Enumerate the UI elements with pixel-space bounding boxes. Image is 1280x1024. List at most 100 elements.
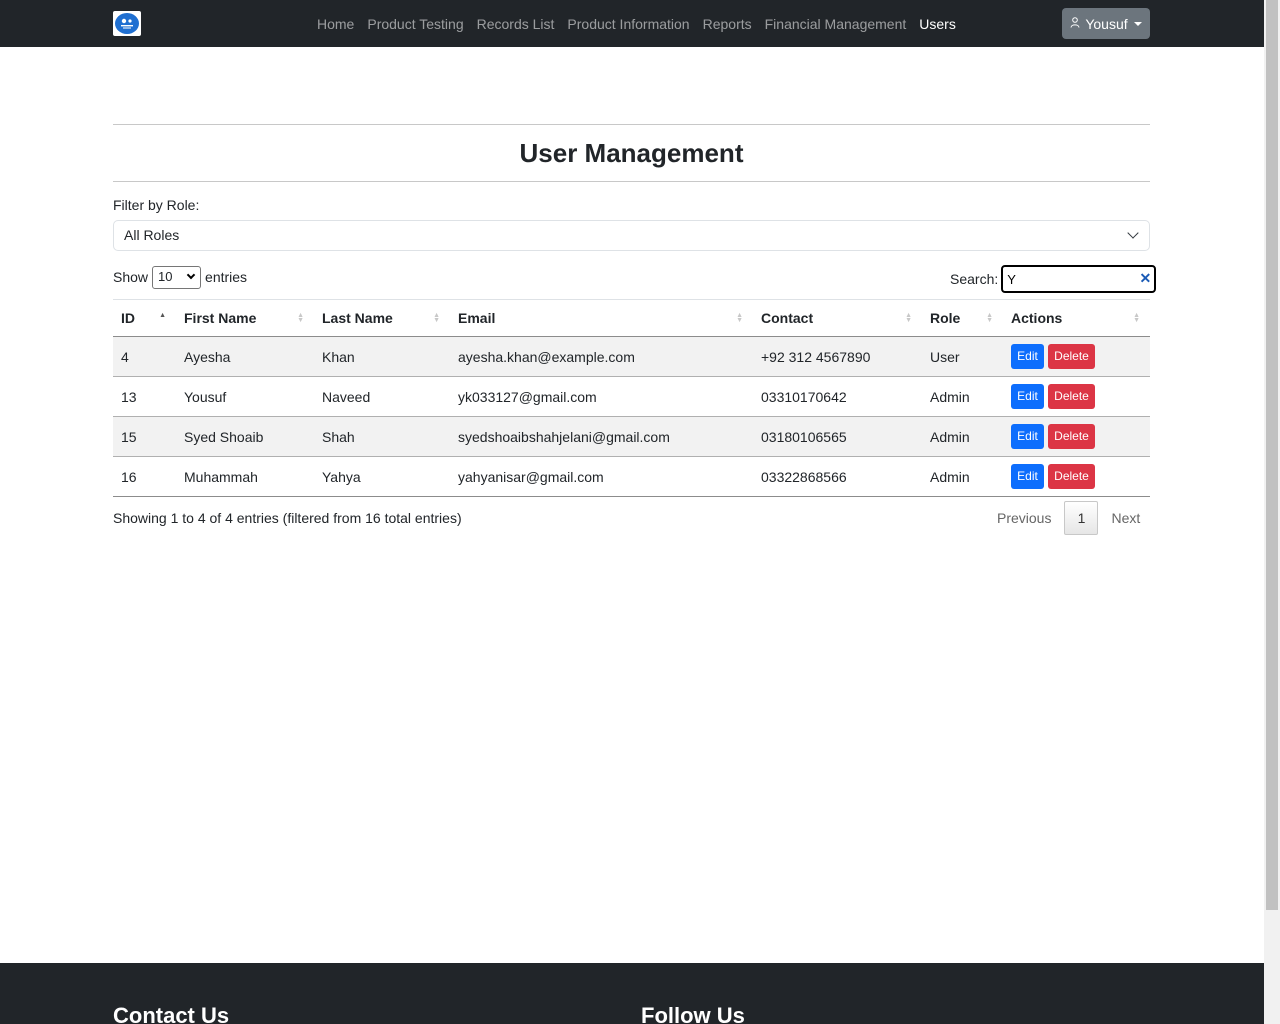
role-filter-value: All Roles (124, 227, 180, 243)
column-header-first-name-label: First Name (184, 310, 257, 326)
column-header-contact-label: Contact (761, 310, 814, 326)
cell-last-name: Khan (314, 336, 450, 377)
entries-label: entries (205, 269, 248, 285)
cell-email: syedshoaibshahjelani@gmail.com (450, 416, 753, 457)
column-header-contact[interactable]: Contact ▲ ▼ (753, 299, 922, 337)
cell-email: yahyanisar@gmail.com (450, 456, 753, 497)
cell-actions: Edit Delete (1003, 376, 1150, 417)
sort-ascending-icon: ▲ (159, 312, 166, 319)
column-header-id[interactable]: ID ▲ (113, 299, 176, 337)
nav-links: Home Product Testing Records List Produc… (317, 0, 969, 47)
caret-down-icon (1133, 21, 1142, 26)
column-header-last-name-label: Last Name (322, 310, 393, 326)
table-search: Search: ✕ (950, 265, 1157, 293)
entries-per-page-select[interactable]: 10 (152, 265, 202, 289)
footer-follow-heading: Follow Us (641, 1003, 745, 1024)
cell-id: 16 (113, 456, 176, 497)
cell-role: Admin (922, 456, 1003, 497)
user-menu-button[interactable]: Yousuf (1062, 8, 1150, 39)
sort-icon: ▲ ▼ (297, 312, 304, 324)
cell-first-name: Ayesha (176, 336, 314, 377)
footer-contact-heading: Contact Us (113, 1003, 230, 1024)
column-header-last-name[interactable]: Last Name ▲ ▼ (314, 299, 450, 337)
show-label: Show (113, 269, 149, 285)
table-info: Showing 1 to 4 of 4 entries (filtered fr… (113, 510, 462, 526)
delete-button[interactable]: Delete (1048, 464, 1095, 489)
sort-icon: ▲ ▼ (986, 312, 993, 324)
cell-last-name: Naveed (314, 376, 450, 417)
column-header-email-label: Email (458, 310, 496, 326)
page-scrollbar[interactable] (1264, 0, 1280, 1024)
cell-first-name: Yousuf (176, 376, 314, 417)
divider-bottom (113, 181, 1150, 182)
edit-button[interactable]: Edit (1011, 384, 1044, 409)
person-icon (1070, 16, 1080, 31)
column-header-actions[interactable]: Actions ▲ ▼ (1003, 299, 1150, 337)
edit-button[interactable]: Edit (1011, 344, 1044, 369)
cell-role: Admin (922, 416, 1003, 457)
delete-button[interactable]: Delete (1048, 424, 1095, 449)
search-input[interactable] (1001, 265, 1157, 293)
table-row: 4 Ayesha Khan ayesha.khan@example.com +9… (113, 336, 1150, 377)
column-header-first-name[interactable]: First Name ▲ ▼ (176, 299, 314, 337)
chevron-down-icon (1127, 227, 1139, 239)
nav-link-records-list[interactable]: Records List (477, 16, 555, 32)
table-row: 15 Syed Shoaib Shah syedshoaibshahjelani… (113, 416, 1150, 457)
top-navbar: Home Product Testing Records List Produc… (0, 0, 1264, 47)
filter-by-role-label: Filter by Role: (113, 197, 200, 213)
search-input-wrap: ✕ (998, 265, 1157, 293)
sort-icon: ▲ ▼ (433, 312, 440, 324)
cell-contact: 03180106565 (753, 416, 922, 457)
person-icon-svg (1070, 16, 1080, 28)
nav-link-reports[interactable]: Reports (703, 16, 752, 32)
column-header-id-label: ID (121, 310, 135, 326)
sort-icon: ▲ ▼ (905, 312, 912, 324)
edit-button[interactable]: Edit (1011, 464, 1044, 489)
delete-button[interactable]: Delete (1048, 384, 1095, 409)
brand-logo-image (115, 13, 139, 34)
delete-button[interactable]: Delete (1048, 344, 1095, 369)
cell-id: 15 (113, 416, 176, 457)
table-row: 13 Yousuf Naveed yk033127@gmail.com 0331… (113, 376, 1150, 417)
column-header-email[interactable]: Email ▲ ▼ (450, 299, 753, 337)
previous-page-button[interactable]: Previous (984, 510, 1064, 526)
next-page-button[interactable]: Next (1098, 510, 1153, 526)
column-header-role-label: Role (930, 310, 961, 326)
table-header-row: ID ▲ First Name ▲ ▼ Last Name ▲ ▼ Email ▲ ▼ Con… (113, 299, 1150, 337)
footer: Contact Us Follow Us (0, 963, 1264, 1024)
pagination: Previous 1 Next (984, 501, 1153, 535)
cell-actions: Edit Delete (1003, 456, 1150, 497)
entries-per-page-value: 10 (158, 268, 173, 284)
nav-link-home[interactable]: Home (317, 16, 354, 32)
column-header-actions-label: Actions (1011, 310, 1063, 326)
cell-role: Admin (922, 376, 1003, 417)
role-filter-select[interactable]: All Roles (113, 220, 1150, 251)
cell-contact: +92 312 4567890 (753, 336, 922, 377)
cell-last-name: Yahya (314, 456, 450, 497)
dropdown-arrow-icon (186, 270, 196, 279)
nav-link-product-information[interactable]: Product Information (567, 16, 689, 32)
edit-button[interactable]: Edit (1011, 424, 1044, 449)
cell-contact: 03322868566 (753, 456, 922, 497)
brand-logo[interactable] (113, 11, 141, 36)
column-header-role[interactable]: Role ▲ ▼ (922, 299, 1003, 337)
divider-top (113, 124, 1150, 125)
user-menu-label: Yousuf (1085, 15, 1128, 32)
nav-link-product-testing[interactable]: Product Testing (367, 16, 463, 32)
cell-email: yk033127@gmail.com (450, 376, 753, 417)
search-label: Search: (950, 271, 999, 287)
logo-emblem-icon (119, 15, 135, 32)
cell-id: 4 (113, 336, 176, 377)
cell-actions: Edit Delete (1003, 416, 1150, 457)
cell-role: User (922, 336, 1003, 377)
page-number-button[interactable]: 1 (1064, 501, 1099, 535)
users-table: ID ▲ First Name ▲ ▼ Last Name ▲ ▼ Email ▲ ▼ Con… (113, 299, 1150, 497)
cell-first-name: Muhammah (176, 456, 314, 497)
cell-first-name: Syed Shoaib (176, 416, 314, 457)
cell-contact: 03310170642 (753, 376, 922, 417)
nav-link-financial-management[interactable]: Financial Management (765, 16, 907, 32)
scrollbar-thumb[interactable] (1266, 0, 1278, 910)
entries-length-control: Show 10 entries (113, 265, 247, 289)
close-icon[interactable]: ✕ (1140, 270, 1152, 287)
nav-link-users[interactable]: Users (919, 16, 956, 32)
